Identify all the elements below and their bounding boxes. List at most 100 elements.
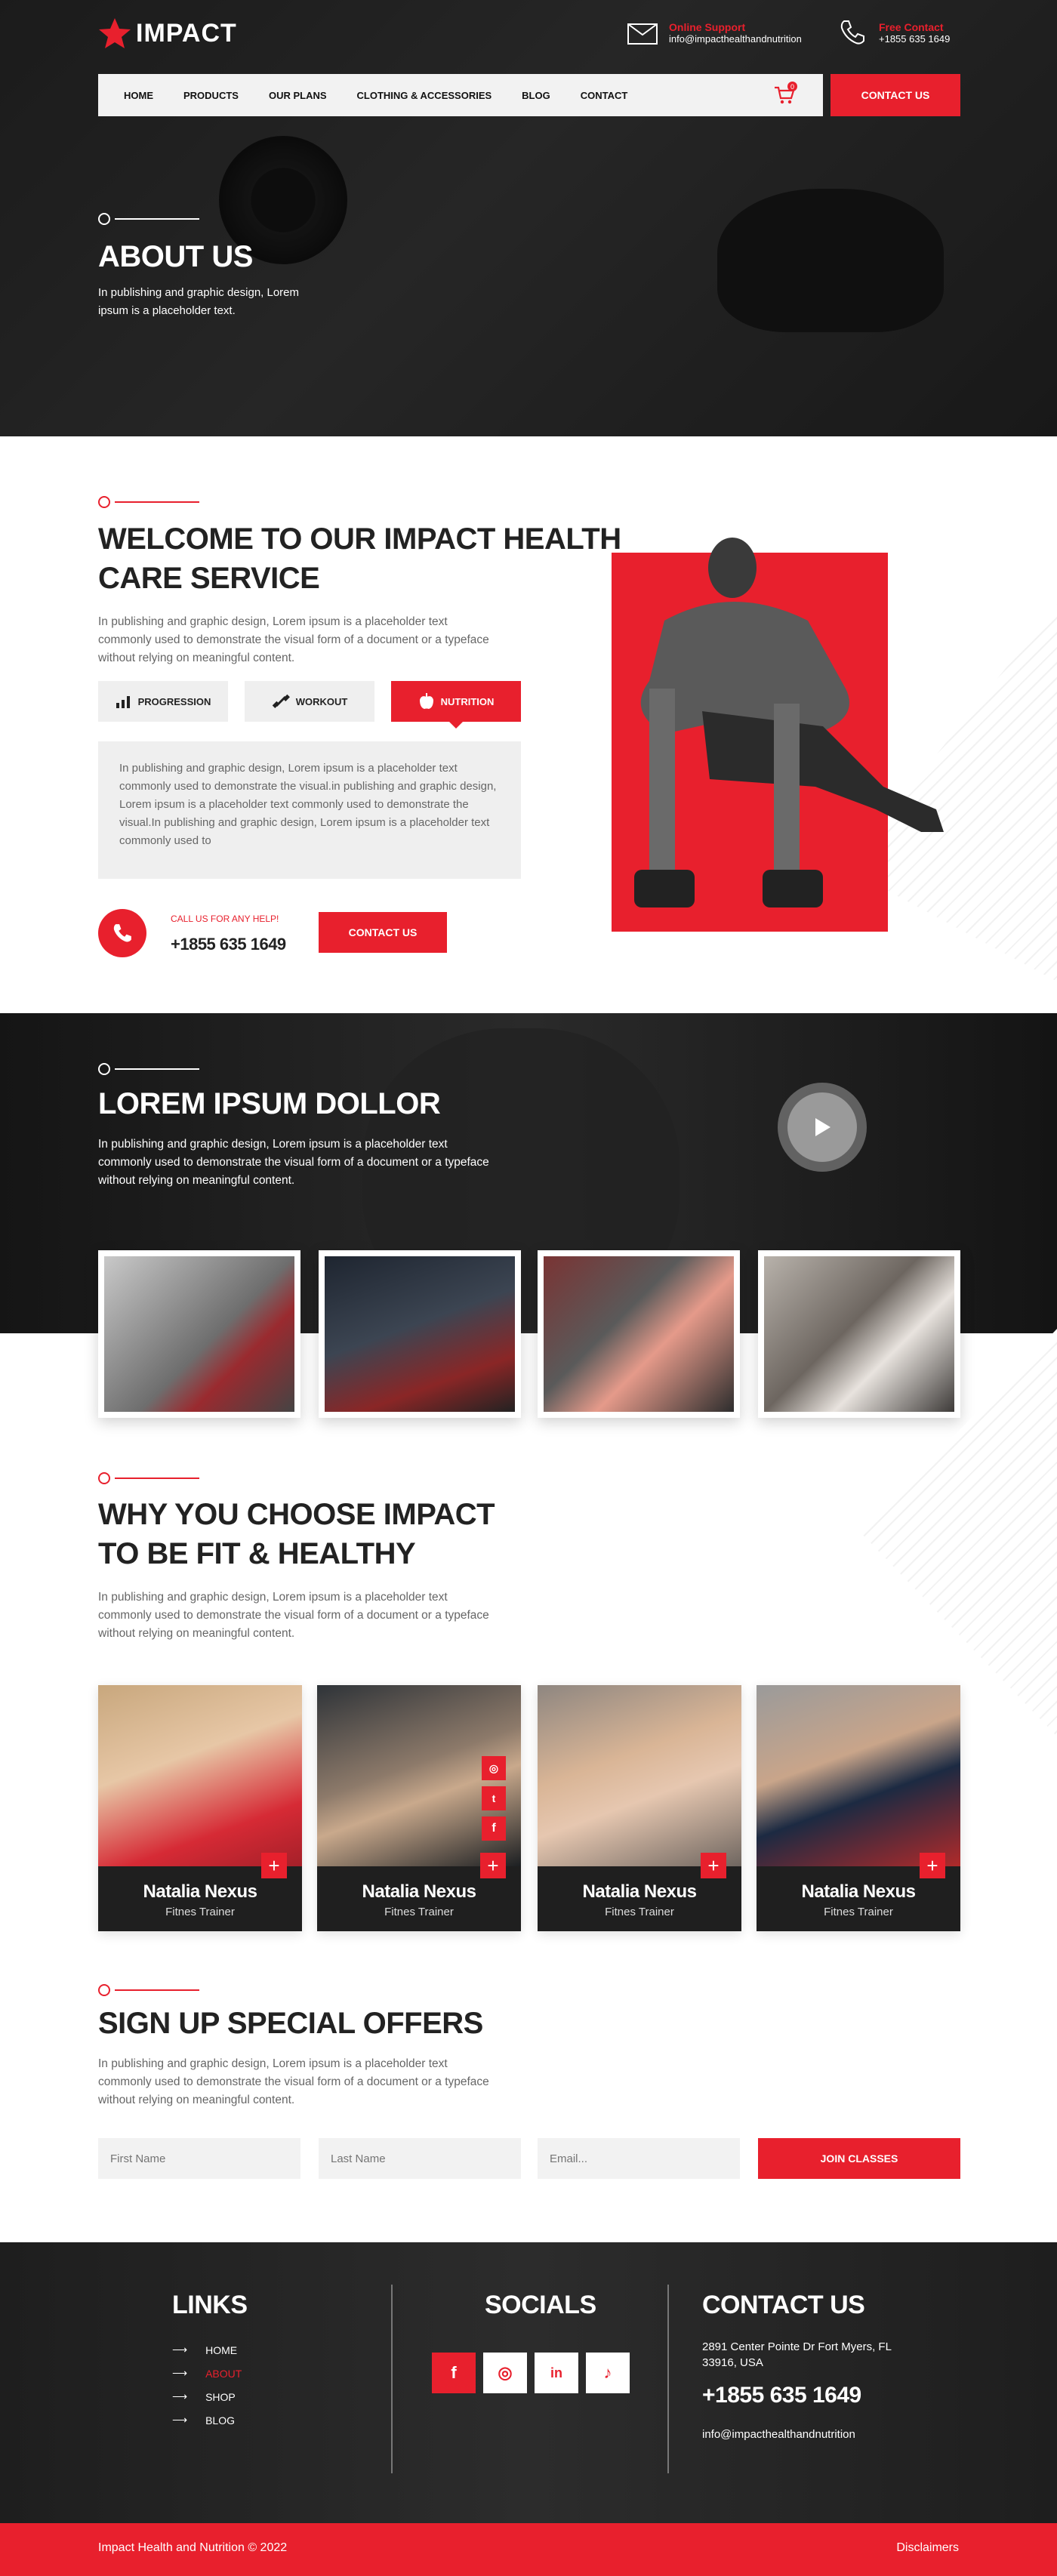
facebook-icon[interactable]: f [482, 1816, 506, 1841]
call-label: CALL US FOR ANY HELP! [171, 914, 279, 924]
support-email[interactable]: info@impacthealthandnutrition [669, 33, 802, 45]
contact-label: Free Contact [879, 20, 944, 33]
nav-our-plans[interactable]: OUR PLANS [269, 90, 327, 101]
lorem-marker [98, 1063, 199, 1075]
trainer-name: Natalia Nexus [582, 1881, 697, 1902]
trainer-name: Natalia Nexus [362, 1881, 476, 1902]
instagram-icon[interactable]: ◎ [482, 1756, 506, 1780]
trainer-photo [98, 1685, 302, 1866]
team-card[interactable]: + Natalia Nexus Fitnes Trainer [98, 1685, 302, 1931]
treadmill-image [104, 1256, 294, 1412]
twitter-icon[interactable]: t [482, 1786, 506, 1810]
nav-clothing[interactable]: CLOTHING & ACCESSORIES [357, 90, 492, 101]
footer-link-about[interactable]: ⟶ ABOUT [172, 2367, 242, 2380]
footer-email[interactable]: info@impacthealthandnutrition [702, 2428, 855, 2441]
footer-contact-title: CONTACT US [702, 2291, 865, 2319]
linkedin-icon[interactable]: in [535, 2353, 578, 2393]
trainer-name: Natalia Nexus [143, 1881, 257, 1902]
mail-icon [627, 23, 658, 45]
phone-call-icon [113, 924, 131, 942]
footer-divider [667, 2285, 669, 2473]
first-name-input[interactable] [98, 2138, 300, 2179]
support-label: Online Support [669, 20, 746, 33]
arrow-right-icon: ⟶ [172, 2390, 188, 2402]
trainer-role: Fitnes Trainer [605, 1906, 674, 1918]
hero-text: In publishing and graphic design, Lorem … [98, 286, 300, 317]
why-text: In publishing and graphic design, Lorem … [98, 1591, 489, 1640]
call-phone[interactable]: +1855 635 1649 [171, 935, 286, 954]
team-card[interactable]: ◎ t f + Natalia Nexus Fitnes Trainer [317, 1685, 521, 1931]
facebook-icon[interactable]: f [432, 2353, 476, 2393]
cart-icon[interactable]: 0 [773, 82, 797, 106]
footer-links: ⟶ HOME ⟶ ABOUT ⟶ SHOP ⟶ BLOG [172, 2343, 242, 2427]
arrow-right-icon: ⟶ [172, 2367, 188, 2379]
email-input[interactable] [538, 2138, 740, 2179]
last-name-input[interactable] [319, 2138, 521, 2179]
support-info: Online Support info@impacthealthandnutri… [627, 18, 802, 47]
nav-products[interactable]: PRODUCTS [183, 90, 239, 101]
team-card[interactable]: + Natalia Nexus Fitnes Trainer [538, 1685, 741, 1931]
gallery-photo[interactable] [98, 1250, 300, 1418]
athlete-image [634, 538, 944, 907]
welcome-tabs: PROGRESSION WORKOUT NUTRITION [98, 681, 521, 729]
nav-contact[interactable]: CONTACT [581, 90, 628, 101]
dumbbell-row-image [544, 1256, 734, 1412]
trainer-role: Fitnes Trainer [384, 1906, 454, 1918]
page-title: ABOUT US [98, 240, 253, 273]
tab-nutrition[interactable]: NUTRITION [391, 681, 521, 729]
signup-text: In publishing and graphic design, Lorem … [98, 2057, 489, 2106]
gallery-photo[interactable] [319, 1250, 521, 1418]
plus-icon[interactable]: + [920, 1853, 945, 1878]
cart-count: 0 [787, 82, 797, 91]
footer-socials-title: SOCIALS [485, 2291, 596, 2319]
instagram-icon[interactable]: ◎ [483, 2353, 527, 2393]
tab-workout[interactable]: WORKOUT [245, 681, 374, 722]
welcome-contact-button[interactable]: CONTACT US [319, 912, 447, 953]
plus-icon[interactable]: + [261, 1853, 287, 1878]
gallery-photo[interactable] [538, 1250, 740, 1418]
welcome-text: In publishing and graphic design, Lorem … [98, 615, 489, 664]
footer-link-blog[interactable]: ⟶ BLOG [172, 2414, 242, 2427]
why-marker [98, 1472, 199, 1484]
main-nav: HOME PRODUCTS OUR PLANS CLOTHING & ACCES… [98, 74, 823, 116]
footer-link-shop[interactable]: ⟶ SHOP [172, 2390, 242, 2403]
signup-marker [98, 1984, 199, 1996]
logo[interactable]: IMPACT [98, 11, 237, 56]
disclaimers-link[interactable]: Disclaimers [896, 2541, 959, 2555]
footer-phone[interactable]: +1855 635 1649 [702, 2383, 861, 2408]
footer-address: 2891 Center Pointe Dr Fort Myers, FL 339… [702, 2340, 892, 2369]
nav-home[interactable]: HOME [124, 90, 153, 101]
trainer-social-icons: ◎ t f [482, 1756, 506, 1841]
tiktok-icon[interactable]: ♪ [586, 2353, 630, 2393]
team-card[interactable]: + Natalia Nexus Fitnes Trainer [757, 1685, 960, 1931]
contact-phone[interactable]: +1855 635 1649 [879, 33, 950, 45]
footer-link-home[interactable]: ⟶ HOME [172, 2343, 242, 2356]
call-circle[interactable] [98, 909, 146, 957]
gallery-photo[interactable] [758, 1250, 960, 1418]
trainer-photo [757, 1685, 960, 1866]
bar-chart-icon [116, 696, 130, 708]
trainer-role: Fitnes Trainer [165, 1906, 235, 1918]
tab-progression[interactable]: PROGRESSION [98, 681, 228, 722]
video-play-button[interactable] [778, 1083, 867, 1172]
copyright-bar: Impact Health and Nutrition © 2022 Discl… [0, 2523, 1057, 2576]
arrow-right-icon: ⟶ [172, 2414, 188, 2426]
apple-icon [419, 693, 433, 709]
tab-content-text: In publishing and graphic design, Lorem … [119, 762, 497, 847]
nav-blog[interactable]: BLOG [522, 90, 550, 101]
trainer-photo: ◎ t f [317, 1685, 521, 1866]
logo-text: IMPACT [136, 18, 237, 48]
why-title: WHY YOU CHOOSE IMPACT TO BE FIT & HEALTHY [98, 1498, 495, 1570]
header-contact-button[interactable]: CONTACT US [830, 74, 960, 116]
footer-divider [391, 2285, 393, 2473]
battle-ropes-image [325, 1256, 515, 1412]
plus-icon[interactable]: + [701, 1853, 726, 1878]
star-logo-icon [99, 18, 131, 48]
contact-info: Free Contact +1855 635 1649 [838, 18, 950, 47]
join-classes-button[interactable]: JOIN CLASSES [758, 2138, 960, 2179]
plus-icon[interactable]: + [480, 1853, 506, 1878]
hero-marker [98, 213, 199, 225]
welcome-title: WELCOME TO OUR IMPACT HEALTH CARE SERVICE [98, 522, 621, 595]
lorem-text: In publishing and graphic design, Lorem … [98, 1138, 489, 1187]
footer-social-icons: f ◎ in ♪ [432, 2353, 630, 2393]
